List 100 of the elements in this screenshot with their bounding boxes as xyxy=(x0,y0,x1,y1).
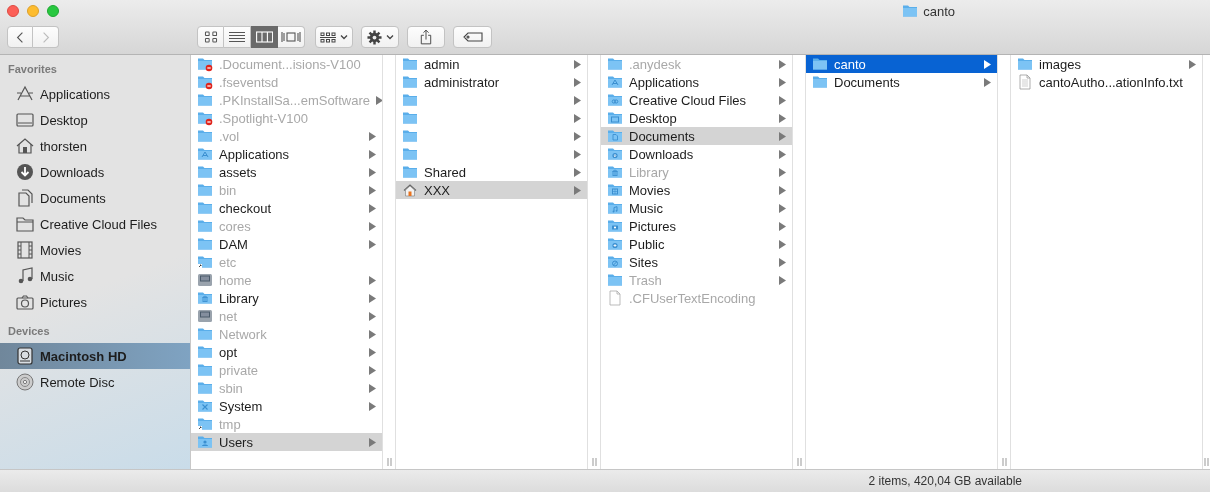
caret-icon xyxy=(385,34,394,40)
file-row[interactable]: Shared xyxy=(396,163,587,181)
cover-flow-icon xyxy=(281,31,301,43)
action-button[interactable] xyxy=(361,26,399,48)
documents-icon xyxy=(15,188,35,208)
file-row[interactable]: Movies xyxy=(601,181,792,199)
file-row[interactable]: opt xyxy=(191,343,382,361)
sidebar-item[interactable]: Desktop xyxy=(0,107,190,133)
sidebar-item[interactable]: Documents xyxy=(0,185,190,211)
file-row[interactable]: Desktop xyxy=(601,109,792,127)
sidebar-item[interactable]: Applications xyxy=(0,81,190,107)
grid-icon xyxy=(203,31,218,43)
camera-icon xyxy=(15,292,35,312)
file-row[interactable]: checkout xyxy=(191,199,382,217)
sidebar-item[interactable]: Downloads xyxy=(0,159,190,185)
sidebar-item[interactable]: Pictures xyxy=(0,289,190,315)
file-row[interactable]: Public xyxy=(601,235,792,253)
resize-handle-icon[interactable] xyxy=(1204,458,1209,466)
minimize-button[interactable] xyxy=(27,5,39,17)
folder-icon xyxy=(902,3,919,19)
folder-icon xyxy=(607,272,623,288)
folder-icon xyxy=(607,56,623,72)
folder-icon xyxy=(812,56,828,72)
desktop-icon xyxy=(15,110,35,130)
arrange-button[interactable] xyxy=(315,26,353,48)
icon-view-button[interactable] xyxy=(197,26,224,48)
file-row[interactable]: Library xyxy=(191,289,382,307)
restricted-folder-icon xyxy=(197,56,213,72)
alias-folder-icon xyxy=(197,416,213,432)
file-row[interactable]: Applications xyxy=(191,145,382,163)
documents-folder-icon xyxy=(607,128,623,144)
file-row[interactable]: Downloads xyxy=(601,145,792,163)
file-row[interactable]: Sites xyxy=(601,253,792,271)
file-row[interactable]: cantoAutho...ationInfo.txt xyxy=(1011,73,1202,91)
column-view-button[interactable] xyxy=(251,26,278,48)
resize-handle-icon[interactable] xyxy=(591,458,597,466)
library-folder-icon xyxy=(197,290,213,306)
file-row[interactable]: assets xyxy=(191,163,382,181)
desktop-folder-icon xyxy=(607,110,623,126)
system-folder-icon xyxy=(197,398,213,414)
folder-icon xyxy=(15,214,35,234)
gear-icon xyxy=(366,29,382,45)
folder-icon xyxy=(402,56,418,72)
pictures-folder-icon xyxy=(607,218,623,234)
folder-icon xyxy=(1017,56,1033,72)
resize-handle-icon[interactable] xyxy=(386,458,392,466)
tag-button[interactable] xyxy=(453,26,492,48)
cloud-folder-icon xyxy=(607,92,623,108)
folder-icon xyxy=(197,92,213,108)
folder-icon xyxy=(402,146,418,162)
folder-icon xyxy=(402,92,418,108)
file-row[interactable]: admin xyxy=(396,55,587,73)
caret-icon xyxy=(340,34,348,40)
file-row[interactable]: DAM xyxy=(191,235,382,253)
folder-icon xyxy=(197,326,213,342)
file-row[interactable]: XXX xyxy=(396,181,587,199)
file-row[interactable]: Documents xyxy=(806,73,997,91)
grid-icon xyxy=(320,30,336,44)
file-row[interactable]: administrator xyxy=(396,73,587,91)
music-folder-icon xyxy=(607,200,623,216)
file-row[interactable]: Documents xyxy=(601,127,792,145)
folder-icon xyxy=(402,164,418,180)
folder-icon xyxy=(197,236,213,252)
folder-icon xyxy=(402,128,418,144)
text-file-icon xyxy=(1017,74,1033,90)
share-button[interactable] xyxy=(407,26,445,48)
alias-folder-icon xyxy=(197,254,213,270)
zoom-button[interactable] xyxy=(47,5,59,17)
file-row[interactable]: Pictures xyxy=(601,217,792,235)
list-view-button[interactable] xyxy=(224,26,251,48)
resize-handle-icon[interactable] xyxy=(1001,458,1007,466)
file-row[interactable]: canto xyxy=(806,55,997,73)
file-row[interactable]: Users xyxy=(191,433,382,451)
back-button[interactable] xyxy=(7,26,33,48)
columns-icon xyxy=(255,31,273,43)
file-row[interactable]: Creative Cloud Files xyxy=(601,91,792,109)
folder-icon xyxy=(197,182,213,198)
file-row[interactable]: Music xyxy=(601,199,792,217)
download-icon xyxy=(15,162,35,182)
sidebar-item[interactable]: Movies xyxy=(0,237,190,263)
restricted-folder-icon xyxy=(197,74,213,90)
folder-icon xyxy=(197,128,213,144)
folder-icon xyxy=(197,200,213,216)
file-row[interactable]: System xyxy=(191,397,382,415)
tag-icon xyxy=(462,32,483,42)
sites-folder-icon xyxy=(607,254,623,270)
sidebar-item[interactable]: Remote Disc xyxy=(0,369,190,395)
resize-handle-icon[interactable] xyxy=(796,458,802,466)
file-row[interactable]: Applications xyxy=(601,73,792,91)
cover-flow-view-button[interactable] xyxy=(278,26,305,48)
close-button[interactable] xyxy=(7,5,19,17)
film-icon xyxy=(15,240,35,260)
sidebar-item[interactable]: thorsten xyxy=(0,133,190,159)
sidebar-item[interactable]: Creative Cloud Files xyxy=(0,211,190,237)
sidebar-item[interactable]: Music xyxy=(0,263,190,289)
file-row[interactable]: images xyxy=(1011,55,1202,73)
chevron-left-icon xyxy=(16,30,24,44)
folder-icon xyxy=(402,110,418,126)
applications-folder-icon xyxy=(607,74,623,90)
sidebar-item[interactable]: Macintosh HD xyxy=(0,343,190,369)
